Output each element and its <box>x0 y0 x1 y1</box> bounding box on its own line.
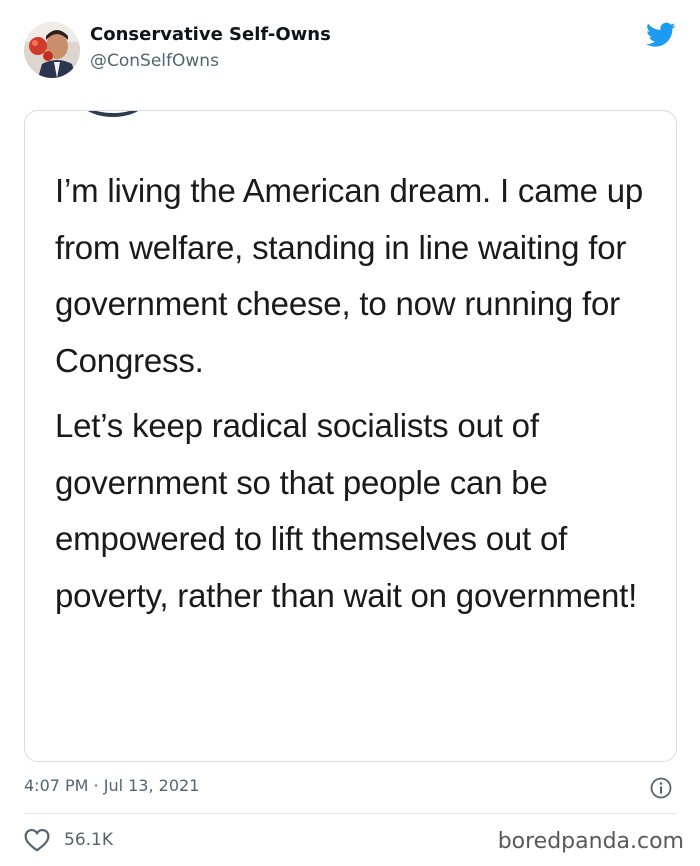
user-handle[interactable]: @ConSelfOwns <box>90 50 219 72</box>
like-count: 56.1K <box>64 830 113 850</box>
divider <box>24 813 676 814</box>
heart-icon[interactable] <box>24 828 50 852</box>
statement-paragraph-2: Let’s keep radical socialists out of gov… <box>55 407 638 614</box>
tweet-timestamp[interactable]: 4:07 PM · Jul 13, 2021 <box>24 775 199 797</box>
info-icon[interactable] <box>649 776 673 800</box>
statement-paragraph-1: I’m living the American dream. I came up… <box>55 172 644 379</box>
avatar-image <box>24 22 80 78</box>
avatar[interactable] <box>24 22 80 78</box>
watermark: boredpanda.com <box>497 829 684 854</box>
quoted-statement: I’m living the American dream. I came up… <box>55 163 655 624</box>
display-name[interactable]: Conservative Self-Owns <box>90 24 331 46</box>
tweet-header: Conservative Self-Owns @ConSelfOwns <box>24 22 676 80</box>
quoted-image-card[interactable]: I’m living the American dream. I came up… <box>24 110 677 762</box>
twitter-bird-icon[interactable] <box>646 22 676 48</box>
cropped-avatar-edge <box>73 111 153 117</box>
